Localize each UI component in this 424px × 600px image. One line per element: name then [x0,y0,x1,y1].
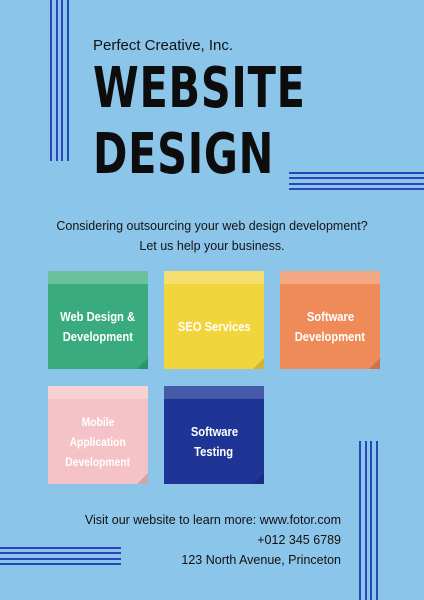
service-card-band [280,271,380,284]
service-card-label: Mobile Application Development [48,399,148,484]
stripe-decoration-top-left [50,0,69,161]
intro-text: Considering outsourcing your web design … [0,216,424,256]
service-card: Software Development [280,271,380,369]
service-card-label-line: Development [294,328,366,344]
service-card: Software Testing [164,386,264,484]
page-curl-corner [137,358,148,369]
service-card: SEO Services [164,271,264,369]
service-card-label-line: Application [69,434,127,449]
service-card: Mobile Application Development [48,386,148,484]
service-card-label-line: Testing [194,443,234,459]
page-title: WEBSITE DESIGN [93,56,306,188]
service-card-label: Software Testing [164,399,264,484]
service-card-label-line: Mobile [81,414,115,429]
page-curl-corner [369,358,380,369]
service-card-label: SEO Services [164,284,264,369]
service-card: Web Design & Development [48,271,148,369]
poster: Perfect Creative, Inc. WEBSITE DESIGN Co… [0,0,424,600]
contact-info: Visit our website to learn more: www.fot… [85,510,341,570]
stripe-decoration-bottom-right [359,441,378,600]
service-card-label-line: Software [190,423,238,439]
address: 123 North Avenue, Princeton [181,553,341,567]
service-card-band [48,386,148,399]
intro-line-1: Considering outsourcing your web design … [56,219,368,233]
service-card-label-line: Development [62,328,134,344]
page-curl-corner [137,473,148,484]
title-line-2: DESIGN [93,122,275,187]
page-curl-corner [253,473,264,484]
intro-line-2: Let us help your business. [139,239,285,253]
service-card-band [164,271,264,284]
title-line-1: WEBSITE [93,56,306,121]
page-curl-corner [253,358,264,369]
phone-number: +012 345 6789 [257,533,341,547]
company-name: Perfect Creative, Inc. [93,37,234,54]
service-card-label-line: Software [306,308,354,324]
service-card-label-line: SEO Services [177,318,251,334]
service-card-label-line: Development [65,454,131,469]
service-card-band [48,271,148,284]
stripe-decoration-right [289,172,424,190]
service-card-label: Web Design & Development [48,284,148,369]
service-card-label-line: Web Design & [60,308,136,324]
website-line: Visit our website to learn more: www.fot… [84,513,341,527]
service-card-band [164,386,264,399]
service-card-label: Software Development [280,284,380,369]
